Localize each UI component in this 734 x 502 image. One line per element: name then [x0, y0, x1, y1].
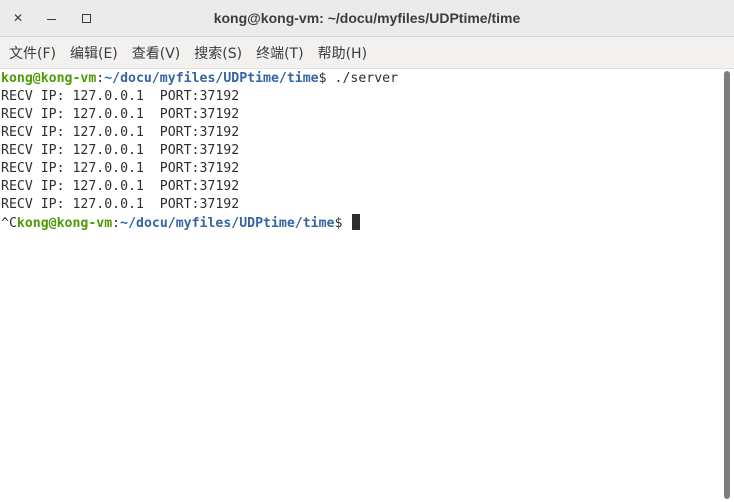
- command-text: ./server: [326, 71, 399, 86]
- interrupt-text: ^C: [1, 216, 17, 231]
- output-line: RECV IP: 127.0.0.1 PORT:37192: [1, 161, 240, 176]
- text-cursor: [352, 214, 361, 230]
- prompt-line: kong@kong-vm:~/docu/myfiles/UDPtime/time…: [0, 70, 720, 88]
- prompt-path: ~/docu/myfiles/UDPtime/time: [104, 71, 319, 86]
- menu-edit[interactable]: 编辑(E): [63, 43, 125, 63]
- terminal-window: ✕ kong@kong-vm: ~/docu/myfiles/UDPtime/t…: [0, 0, 734, 502]
- output-line: RECV IP: 127.0.0.1 PORT:37192: [1, 89, 240, 104]
- menu-bar: 文件(F) 编辑(E) 查看(V) 搜索(S) 终端(T) 帮助(H): [0, 37, 734, 69]
- output-line: RECV IP: 127.0.0.1 PORT:37192: [1, 125, 240, 140]
- output-line: RECV IP: 127.0.0.1 PORT:37192: [1, 197, 240, 212]
- prompt-user-host: kong@kong-vm: [16, 216, 113, 231]
- menu-terminal[interactable]: 终端(T): [249, 43, 310, 63]
- menu-help[interactable]: 帮助(H): [311, 43, 374, 63]
- output-line: RECV IP: 127.0.0.1 PORT:37192: [1, 107, 240, 122]
- prompt-symbol: $: [318, 71, 327, 86]
- window-title: kong@kong-vm: ~/docu/myfiles/UDPtime/tim…: [213, 10, 521, 26]
- prompt-colon: :: [112, 216, 121, 231]
- terminal-output[interactable]: kong@kong-vm:~/docu/myfiles/UDPtime/time…: [0, 69, 720, 502]
- menu-view[interactable]: 查看(V): [125, 43, 188, 63]
- prompt-user-host: kong@kong-vm: [1, 71, 97, 86]
- scrollbar-thumb[interactable]: [724, 71, 730, 499]
- prompt-line: ^Ckong@kong-vm:~/docu/myfiles/UDPtime/ti…: [0, 214, 720, 232]
- prompt-path: ~/docu/myfiles/UDPtime/time: [120, 216, 335, 231]
- title-bar[interactable]: ✕ kong@kong-vm: ~/docu/myfiles/UDPtime/t…: [0, 0, 734, 37]
- scrollbar[interactable]: [720, 69, 734, 502]
- output-line: RECV IP: 127.0.0.1 PORT:37192: [1, 179, 240, 194]
- menu-search[interactable]: 搜索(S): [187, 43, 249, 63]
- menu-file[interactable]: 文件(F): [2, 43, 63, 63]
- output-line: RECV IP: 127.0.0.1 PORT:37192: [1, 143, 240, 158]
- prompt-symbol: $: [334, 216, 351, 231]
